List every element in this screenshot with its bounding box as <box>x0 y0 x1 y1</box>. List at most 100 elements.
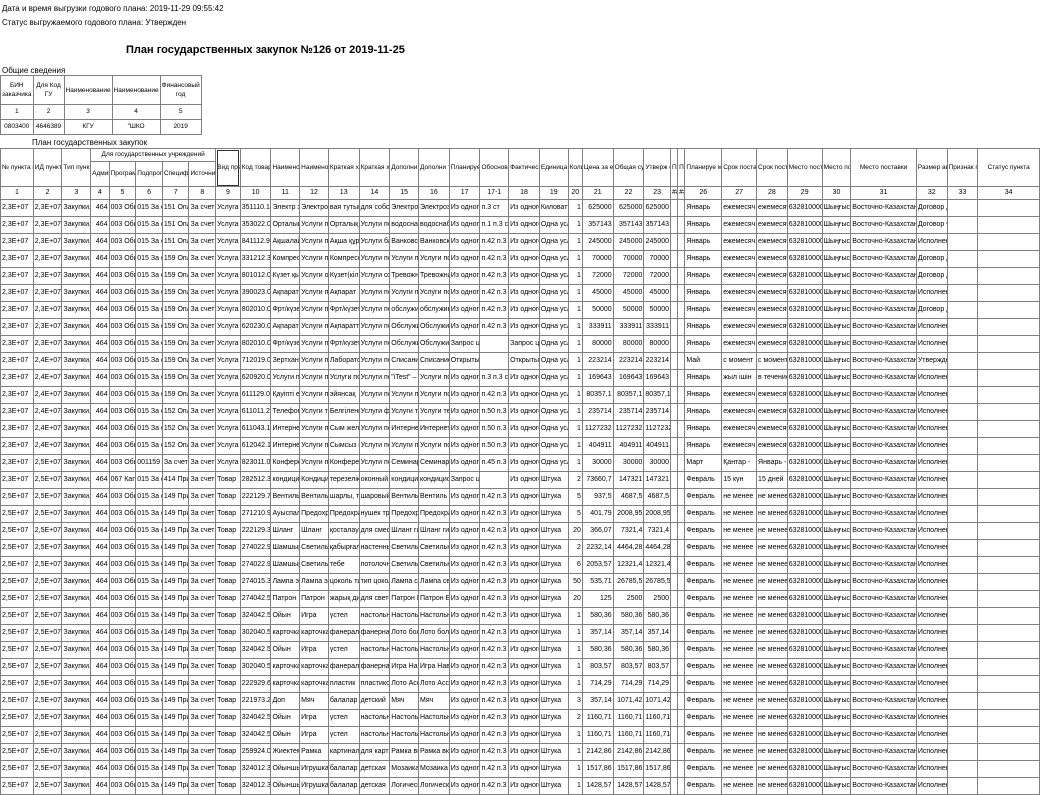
table-cell[interactable]: 4687,5 <box>612 488 645 506</box>
table-cell[interactable] <box>669 352 679 370</box>
table-cell[interactable]: Шыңғыс Қ <box>821 743 852 761</box>
table-cell[interactable] <box>677 437 686 455</box>
table-cell[interactable]: Услуги по <box>417 284 450 302</box>
table-cell[interactable]: Закупки, <box>61 522 92 540</box>
table-cell[interactable]: 632810000 <box>786 437 823 455</box>
table-cell[interactable]: Из одного <box>508 403 540 421</box>
table-cell[interactable]: 632810000 <box>786 335 823 353</box>
table-cell[interactable] <box>669 335 679 353</box>
table-cell[interactable]: 4687,5 <box>643 488 671 506</box>
column-number-cell[interactable]: ## <box>677 186 686 200</box>
table-cell[interactable]: Товар <box>215 505 241 523</box>
table-cell[interactable]: 404911 <box>643 437 671 455</box>
table-cell[interactable]: 632810000 <box>786 250 823 268</box>
table-cell[interactable]: 45000 <box>581 284 614 302</box>
table-cell[interactable]: 015 За сч <box>135 301 163 319</box>
table-cell[interactable]: Исполнен <box>915 573 948 591</box>
column-header-cell[interactable]: Срок поставки <box>756 148 788 187</box>
table-cell[interactable]: Шыңғыс Қ <box>821 437 852 455</box>
table-cell[interactable]: Шыңғыс Қ <box>821 318 852 336</box>
table-cell[interactable]: Одна усл <box>538 318 569 336</box>
table-cell[interactable] <box>669 760 679 778</box>
table-cell[interactable]: Февраль <box>684 692 723 710</box>
table-cell[interactable]: 464 <box>90 573 110 591</box>
table-cell[interactable]: 333911 <box>581 318 614 336</box>
table-cell[interactable]: Светильни <box>389 539 419 557</box>
table-cell[interactable]: ежемесяч <box>756 386 788 404</box>
table-cell[interactable] <box>977 454 1040 472</box>
table-cell[interactable]: Из одного <box>448 199 481 217</box>
table-cell[interactable]: 1428,57 <box>612 777 645 795</box>
table-cell[interactable]: Одна усл <box>538 284 569 302</box>
table-cell[interactable]: 464 <box>90 233 110 251</box>
table-cell[interactable]: 357,14 <box>581 624 614 642</box>
table-cell[interactable]: Услуги те <box>389 403 419 421</box>
table-cell[interactable]: Товар <box>215 471 241 489</box>
table-cell[interactable]: 72000 <box>581 267 614 285</box>
table-cell[interactable]: Январь - <box>756 454 788 472</box>
table-row[interactable]: 2,5E+072,5E+07Закупки,464003 Обще015 За … <box>0 522 1040 540</box>
table-cell[interactable]: Шыңғыс Қ <box>821 369 852 387</box>
table-cell[interactable] <box>669 216 679 234</box>
table-cell[interactable]: Шыңғыс Қ <box>821 386 852 404</box>
table-cell[interactable] <box>977 199 1040 217</box>
general-header-cell[interactable]: Финансовый год <box>159 75 202 105</box>
table-cell[interactable]: 632810000 <box>786 369 823 387</box>
column-number-cell[interactable]: 19 <box>538 186 569 200</box>
table-cell[interactable]: Товар <box>215 590 241 608</box>
table-cell[interactable]: 149 Приоб <box>161 743 190 761</box>
table-cell[interactable]: За счет бк <box>188 267 217 285</box>
table-cell[interactable]: 357143 <box>643 216 671 234</box>
table-cell[interactable]: 2,3E+07 <box>32 335 63 353</box>
general-number-cell[interactable]: 3 <box>63 104 113 120</box>
table-cell[interactable]: 2,5E+07 <box>32 658 63 676</box>
table-cell[interactable]: 151 Оплат <box>161 216 190 234</box>
table-cell[interactable] <box>669 743 679 761</box>
table-cell[interactable]: 015 За сч <box>135 369 163 387</box>
table-cell[interactable]: Лампа св <box>389 573 419 591</box>
table-cell[interactable] <box>946 250 979 268</box>
table-cell[interactable] <box>946 488 979 506</box>
table-cell[interactable]: Восточно-Казахстанская област <box>850 573 917 591</box>
table-cell[interactable]: 235714 <box>643 403 671 421</box>
table-cell[interactable]: 159 Оплат <box>161 386 190 404</box>
table-cell[interactable]: 149 Приоб <box>161 590 190 608</box>
table-cell[interactable]: 2,5E+07 <box>32 743 63 761</box>
table-cell[interactable]: п.42 п.3 <box>479 743 510 761</box>
table-cell[interactable]: 2,5E+07 <box>32 539 63 557</box>
table-cell[interactable]: 159 Оплат <box>161 250 190 268</box>
table-cell[interactable]: 464 <box>90 641 110 659</box>
table-cell[interactable]: Из одного <box>448 403 481 421</box>
table-cell[interactable]: 632810000 <box>786 233 823 251</box>
table-cell[interactable] <box>677 199 686 217</box>
table-cell[interactable]: 223214 <box>581 352 614 370</box>
table-cell[interactable]: Рамка вк <box>389 743 419 761</box>
table-cell[interactable]: Из одного <box>448 284 481 302</box>
table-cell[interactable] <box>977 250 1040 268</box>
table-cell[interactable]: Патрон Е <box>417 590 450 608</box>
table-cell[interactable]: нушек тр <box>358 505 391 523</box>
table-cell[interactable]: Закупки, <box>61 777 92 795</box>
table-cell[interactable]: 015 За сч <box>135 522 163 540</box>
table-cell[interactable]: Из одного <box>448 777 481 795</box>
table-cell[interactable]: 632810000 <box>786 709 823 727</box>
table-row[interactable]: 2,3E+072,5E+07Закупки,464003 Обще001159 … <box>0 454 1040 472</box>
table-cell[interactable]: Шыңғыс Қ <box>821 726 852 744</box>
table-cell[interactable]: п.50 п.3 <box>479 403 510 421</box>
table-cell[interactable]: Телефонд <box>270 403 301 421</box>
table-cell[interactable]: 149 Приоб <box>161 556 190 574</box>
table-cell[interactable] <box>669 420 679 438</box>
table-cell[interactable]: 1 <box>567 284 583 302</box>
table-cell[interactable]: 1 <box>567 199 583 217</box>
table-cell[interactable]: Услуга <box>215 318 241 336</box>
table-cell[interactable]: 003 Обще <box>108 573 137 591</box>
table-cell[interactable] <box>977 539 1040 557</box>
table-row[interactable]: 2,3E+072,3E+07Закупки,464003 Обще015 За … <box>0 199 1040 217</box>
table-cell[interactable]: жыл ішін <box>721 369 758 387</box>
table-cell[interactable]: Февраль <box>684 709 723 727</box>
table-cell[interactable]: 015 За сч <box>135 386 163 404</box>
table-cell[interactable]: 149 Приоб <box>161 726 190 744</box>
table-cell[interactable] <box>677 352 686 370</box>
table-cell[interactable]: Настольн <box>417 726 450 744</box>
table-cell[interactable]: 2,4E+07 <box>32 437 63 455</box>
